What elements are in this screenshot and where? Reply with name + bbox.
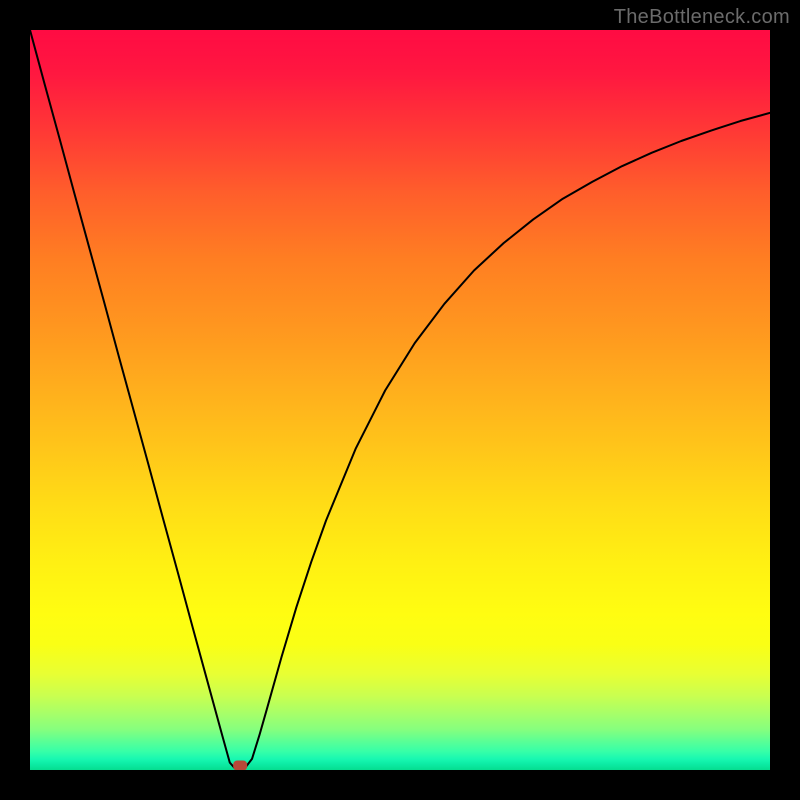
minimum-marker	[233, 761, 247, 770]
watermark-text: TheBottleneck.com	[614, 6, 790, 29]
chart-frame: TheBottleneck.com	[0, 0, 800, 800]
bottleneck-curve	[30, 30, 770, 769]
chart-svg-layer	[30, 30, 770, 770]
